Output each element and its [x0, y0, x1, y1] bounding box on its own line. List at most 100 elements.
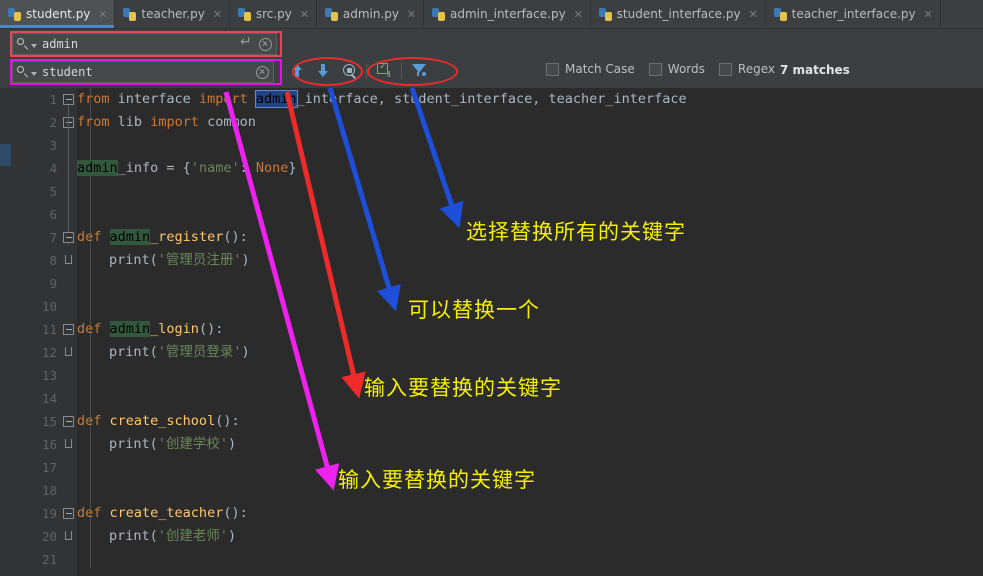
checkbox-box[interactable] — [546, 62, 559, 76]
checkbox-box[interactable] — [718, 62, 732, 76]
close-icon[interactable]: ✕ — [212, 8, 223, 21]
line-number: 15 — [41, 414, 57, 429]
line-number: 1 — [49, 92, 57, 107]
filter-icon[interactable] — [408, 61, 430, 81]
checkbox-match-case[interactable]: Match Case — [546, 62, 635, 76]
code-line-15: def create_school(): — [77, 410, 240, 433]
python-file-icon — [598, 7, 612, 21]
python-file-icon — [432, 7, 446, 21]
line-number: 19 — [41, 506, 57, 521]
line-number: 6 — [49, 207, 57, 222]
line-number: 18 — [41, 483, 57, 498]
editor-tab-bar: student.py ✕ teacher.py ✕ src.py ✕ admin… — [0, 0, 983, 29]
find-next-icon[interactable] — [312, 61, 334, 81]
tab-student-interface-py[interactable]: student_interface.py ✕ — [590, 0, 766, 28]
find-replace-panel: admin student II — [0, 29, 983, 111]
code-text-area[interactable]: from interface import admin_interface, s… — [77, 88, 983, 576]
token-colon: : — [239, 160, 256, 176]
code-line-12: print('管理员登录') — [77, 341, 250, 364]
toolbar-separator — [366, 63, 367, 79]
match-highlight: admin — [109, 229, 151, 245]
line-number-gutter: 1 2 3 4 5 6 7 8 9 10 11 12 13 14 15 16 1… — [11, 88, 61, 576]
close-icon[interactable]: ✕ — [406, 8, 417, 21]
token-brace-open: { — [182, 160, 191, 176]
code-line-8: print('管理员注册') — [77, 249, 250, 272]
token-paren-r: ) — [241, 344, 250, 360]
tab-src-py[interactable]: src.py ✕ — [229, 0, 317, 28]
fold-toggle-icon[interactable] — [63, 232, 74, 243]
token-string-create-school: '创建学校' — [157, 436, 229, 452]
code-line-7: def admin_register(): — [77, 226, 248, 249]
line-number: 12 — [41, 345, 57, 360]
select-all-occurrences-icon[interactable]: II — [373, 61, 395, 81]
toolbar-separator — [401, 63, 402, 79]
python-file-icon — [773, 7, 787, 21]
checkbox-words[interactable]: Words — [648, 62, 705, 76]
token-fn-create-teacher: create_teacher — [109, 505, 224, 521]
token-paren-r: ) — [228, 528, 237, 544]
code-folding-gutter[interactable] — [61, 88, 88, 576]
close-icon[interactable]: ✕ — [97, 8, 108, 21]
fold-toggle-icon[interactable] — [63, 416, 74, 427]
close-icon[interactable]: ✕ — [299, 8, 310, 21]
line-number: 14 — [41, 391, 57, 406]
code-editor[interactable]: 1 2 3 4 5 6 7 8 9 10 11 12 13 14 15 16 1… — [0, 88, 983, 576]
fold-toggle-icon[interactable] — [63, 508, 74, 519]
tab-label: teacher_interface.py — [791, 7, 916, 21]
python-file-icon — [8, 7, 21, 21]
fold-toggle-icon[interactable] — [63, 324, 74, 335]
line-number: 13 — [41, 368, 57, 383]
tab-admin-py[interactable]: admin.py ✕ — [316, 0, 425, 28]
close-icon[interactable]: ✕ — [748, 8, 759, 21]
chevron-down-icon[interactable] — [31, 71, 37, 76]
token-keyword-def: def — [77, 505, 102, 521]
fold-end-icon — [65, 439, 72, 448]
find-previous-icon[interactable] — [286, 61, 308, 81]
code-line-4: admin_info = {'name': None} — [77, 157, 297, 180]
tab-student-py[interactable]: student.py ✕ — [0, 0, 116, 28]
checkbox-regex[interactable]: Regex — [718, 62, 775, 76]
line-number: 20 — [41, 529, 57, 544]
tab-teacher-py[interactable]: teacher.py ✕ — [115, 0, 230, 28]
enter-key-icon[interactable] — [240, 34, 253, 51]
code-line-19: def create_teacher(): — [77, 502, 248, 525]
close-icon[interactable]: ✕ — [573, 8, 584, 21]
fold-toggle-icon[interactable] — [63, 94, 74, 105]
token-print: print — [109, 436, 150, 452]
token-keyword-def: def — [77, 229, 102, 245]
token-fn-register: _register — [150, 229, 224, 245]
tab-teacher-interface-py[interactable]: teacher_interface.py ✕ — [765, 0, 941, 28]
line-number: 8 — [49, 253, 57, 268]
find-in-selection-icon[interactable] — [338, 61, 360, 81]
replace-input-value: student — [42, 65, 93, 79]
close-icon[interactable]: ✕ — [923, 8, 934, 21]
replace-input[interactable]: student — [12, 61, 274, 83]
tab-label: admin.py — [342, 7, 400, 21]
chevron-down-icon[interactable] — [31, 43, 37, 48]
fold-end-icon — [65, 531, 72, 540]
token-fn-login: _login — [150, 321, 199, 337]
token-paren-r: ) — [228, 436, 237, 452]
line-number: 5 — [49, 184, 57, 199]
token-module-lib: lib — [117, 114, 143, 130]
token-string-admin-register: '管理员注册' — [157, 252, 242, 268]
token-paren-l: ( — [149, 436, 158, 452]
line-number: 10 — [41, 299, 57, 314]
code-line-20: print('创建老师') — [77, 525, 236, 548]
code-line-11: def admin_login(): — [77, 318, 223, 341]
line-number: 17 — [41, 460, 57, 475]
search-icon — [17, 66, 29, 78]
token-keyword-from: from — [77, 91, 110, 107]
tab-admin-interface-py[interactable]: admin_interface.py ✕ — [424, 0, 591, 28]
clear-replace-icon[interactable] — [256, 65, 269, 79]
tab-label: student.py — [26, 7, 91, 21]
find-toolbar: II — [286, 61, 430, 81]
token-equals: = — [158, 160, 183, 176]
token-fn-create-school: create_school — [109, 413, 216, 429]
match-highlight-selected: admin — [254, 90, 298, 108]
token-string-name: 'name' — [190, 160, 240, 176]
line-number: 2 — [49, 115, 57, 130]
clear-search-icon[interactable] — [259, 37, 272, 51]
search-input[interactable]: admin — [12, 33, 277, 55]
checkbox-box[interactable] — [648, 62, 662, 76]
